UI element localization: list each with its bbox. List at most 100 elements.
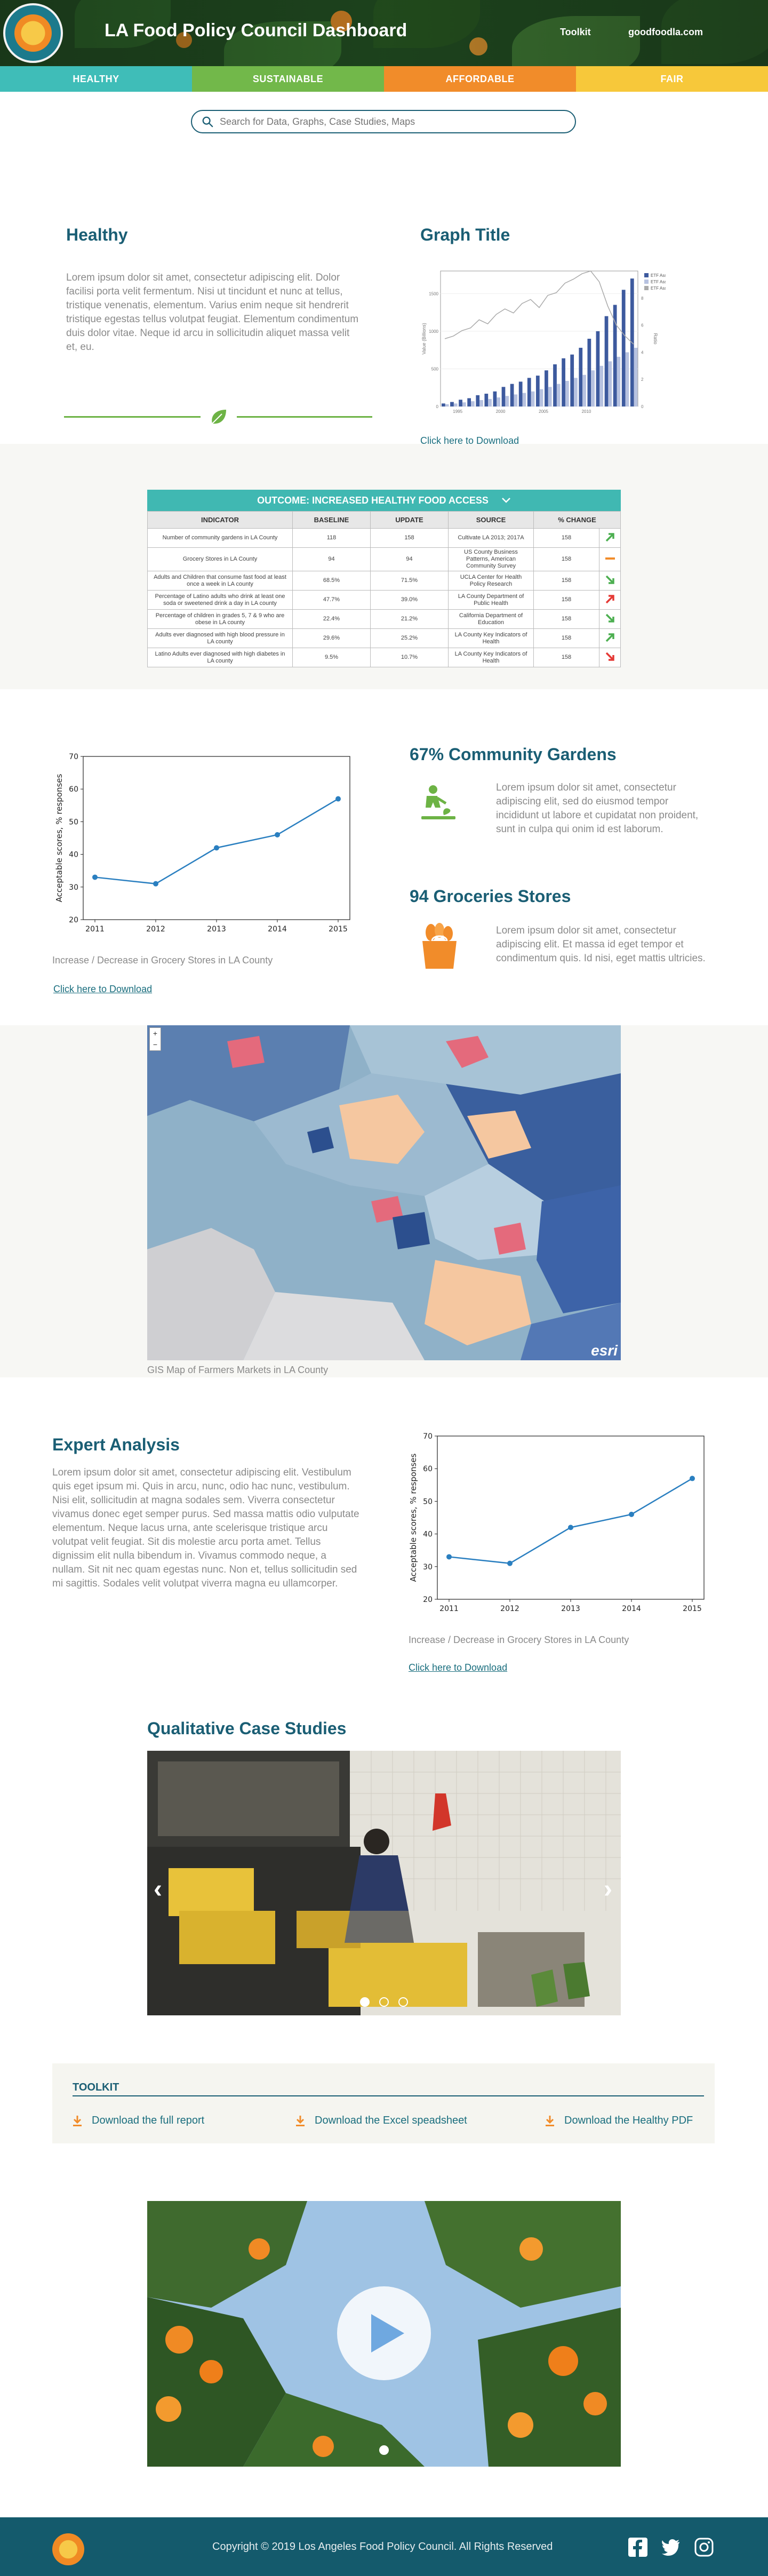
toolkit-underline xyxy=(73,2095,704,2096)
expert-section: Expert Analysis Lorem ipsum dolor sit am… xyxy=(0,1377,768,1719)
bar-series-2 xyxy=(488,398,492,406)
nav-fair[interactable]: FAIR xyxy=(576,66,768,92)
toolkit-title: TOOLKIT xyxy=(73,2081,119,2093)
bar-series-1 xyxy=(518,381,523,406)
logo-sun-icon xyxy=(14,14,52,52)
bar-series-1 xyxy=(553,364,557,406)
bar-series-2 xyxy=(574,378,578,406)
play-button[interactable] xyxy=(337,2286,431,2380)
header-site-link[interactable]: goodfoodla.com xyxy=(628,27,703,38)
bar-series-2 xyxy=(617,356,621,406)
cell-update: 94 xyxy=(370,547,449,571)
cell-source: UCLA Center for Health Policy Research xyxy=(448,571,534,591)
x-tick-label: 2011 xyxy=(85,925,105,934)
carousel-prev-button[interactable]: ‹ xyxy=(154,1875,162,1904)
twitter-icon[interactable] xyxy=(661,2538,681,2557)
y-tick-label: 20 xyxy=(69,916,78,924)
bar-series-1 xyxy=(476,395,480,406)
cell-indicator: Number of community gardens in LA County xyxy=(147,528,293,548)
carousel-dot[interactable] xyxy=(379,1997,389,2007)
bar-series-2 xyxy=(479,400,483,406)
bar-series-1 xyxy=(596,331,600,406)
search-input[interactable] xyxy=(220,116,550,127)
stats-section: 20 30 40 50 60 70 2011 2012 2013 2014 2015 Acceptab… xyxy=(0,689,768,1025)
x-tick-label: 2000 xyxy=(496,409,506,414)
header-toolkit-link[interactable]: Toolkit xyxy=(560,27,591,38)
cell-update: 71.5% xyxy=(370,571,449,591)
facebook-icon[interactable] xyxy=(628,2538,647,2557)
groceries-title: 94 Groceries Stores xyxy=(410,887,571,906)
expert-download-link[interactable]: Click here to Download xyxy=(409,1662,507,1673)
bar-series-2 xyxy=(462,402,466,406)
download-label: Download the Excel speadsheet xyxy=(315,2115,467,2126)
nav-healthy[interactable]: HEALTHY xyxy=(0,66,192,92)
gardener-icon xyxy=(421,785,455,819)
stats-download-link[interactable]: Click here to Download xyxy=(53,984,152,995)
case-studies-section: Qualitative Case Studies ‹ › xyxy=(0,1719,768,2092)
search-box[interactable] xyxy=(191,110,576,133)
cases-title: Qualitative Case Studies xyxy=(147,1719,347,1738)
footer-logo[interactable] xyxy=(52,2533,84,2565)
y2-tick-label: 6 xyxy=(641,323,644,328)
outcome-dropdown[interactable]: OUTCOME: INCREASED HEALTHY FOOD ACCESS xyxy=(147,490,621,511)
video-dot[interactable] xyxy=(379,2445,389,2455)
case-study-carousel[interactable]: ‹ › xyxy=(147,1751,621,2015)
y-tick-label: 40 xyxy=(69,851,78,859)
table-row: Latino Adults ever diagnosed with high d… xyxy=(147,648,621,667)
carousel-dots xyxy=(147,1997,621,2007)
divider-left xyxy=(64,416,201,418)
expert-body: Lorem ipsum dolor sit amet, consectetur … xyxy=(52,1467,359,1589)
cell-indicator: Grocery Stores in LA County xyxy=(147,547,293,571)
y-axis-label: Acceptable scores, % responses xyxy=(409,1454,418,1582)
outcome-section: OUTCOME: INCREASED HEALTHY FOOD ACCESS I… xyxy=(0,444,768,689)
market-photo xyxy=(147,1751,621,2015)
trend-cell xyxy=(599,571,621,591)
y2-tick-label: 8 xyxy=(641,296,644,301)
grocery-line-chart: 20 30 40 50 60 70 2011 2012 2013 2014 2015 Acceptab… xyxy=(54,753,350,934)
y-tick-label: 40 xyxy=(423,1530,433,1539)
bar-series-2 xyxy=(591,370,595,406)
y-tick-label: 30 xyxy=(423,1563,433,1572)
bar-series-2 xyxy=(497,397,501,406)
video-player[interactable] xyxy=(147,2201,621,2467)
search-icon xyxy=(202,116,213,127)
nav-sustainable[interactable]: SUSTAINABLE xyxy=(192,66,384,92)
carousel-next-button[interactable]: › xyxy=(604,1875,612,1904)
cell-indicator: Adults and Children that consume fast fo… xyxy=(147,571,293,591)
expert-line-chart: 20 30 40 50 60 70 2011 2012 2013 2014 2015 Acceptab… xyxy=(409,1432,705,1613)
instagram-icon[interactable] xyxy=(694,2538,714,2557)
site-footer: Copyright © 2019 Los Angeles Food Policy… xyxy=(0,2517,768,2576)
download-healthy-pdf[interactable]: Download the Healthy PDF xyxy=(545,2115,693,2127)
cell-baseline: 47.7% xyxy=(292,590,371,610)
site-logo[interactable] xyxy=(3,3,63,63)
y2-tick-label: 0 xyxy=(641,404,644,409)
carousel-dot[interactable] xyxy=(398,1997,408,2007)
cell-change: 158 xyxy=(533,648,599,667)
y-tick-label: 60 xyxy=(69,785,78,794)
bar-series-1 xyxy=(501,387,506,406)
col-indicator: INDICATOR xyxy=(147,511,293,529)
x-tick-label: 2005 xyxy=(539,409,548,414)
cell-source: California Department of Education xyxy=(448,609,534,629)
cell-change: 158 xyxy=(533,628,599,648)
col-update: UPDATE xyxy=(370,511,449,529)
expert-title: Expert Analysis xyxy=(52,1435,180,1454)
zoom-out-button[interactable]: − xyxy=(150,1039,161,1050)
bar-series-1 xyxy=(570,354,574,406)
grocery-bag-icon xyxy=(422,923,457,969)
bar-series-1 xyxy=(484,394,489,406)
cell-baseline: 94 xyxy=(292,547,371,571)
gardens-title: 67% Community Gardens xyxy=(410,745,617,764)
zoom-in-button[interactable]: + xyxy=(150,1028,161,1039)
download-full-report[interactable]: Download the full report xyxy=(73,2115,204,2127)
table-row: Percentage of children in grades 5, 7 & … xyxy=(147,609,621,629)
cell-indicator: Percentage of children in grades 5, 7 & … xyxy=(147,609,293,629)
bar-series-2 xyxy=(531,391,535,406)
nav-affordable[interactable]: AFFORDABLE xyxy=(384,66,576,92)
expert-chart-caption: Increase / Decrease in Grocery Stores in… xyxy=(409,1634,629,1645)
plot-area xyxy=(437,1435,705,1600)
carousel-dot[interactable] xyxy=(360,1997,370,2007)
site-header: LA Food Policy Council Dashboard Toolkit… xyxy=(0,0,768,66)
download-excel[interactable]: Download the Excel speadsheet xyxy=(295,2115,467,2127)
farmers-market-map[interactable]: + − esri xyxy=(147,1025,621,1360)
